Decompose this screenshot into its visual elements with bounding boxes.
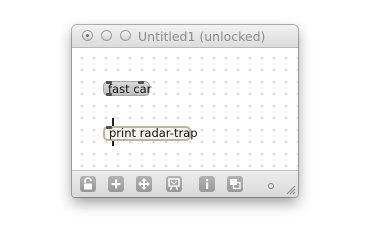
minimize-button[interactable] — [101, 30, 112, 41]
zoom-button[interactable] — [120, 30, 131, 41]
message-inlet[interactable] — [106, 81, 112, 84]
window-title: Untitled1 (unlocked) — [138, 29, 266, 44]
info-icon[interactable] — [199, 176, 215, 192]
resize-grip-icon[interactable] — [286, 185, 296, 195]
close-button[interactable] — [82, 30, 93, 41]
window-copy-icon[interactable] — [227, 176, 243, 192]
print-object-box[interactable]: print radar-trap — [103, 126, 198, 141]
plus-icon[interactable] — [108, 176, 124, 192]
grid-toggle-icon[interactable] — [268, 183, 274, 189]
message-box[interactable]: fast car — [103, 81, 152, 96]
message-outlet[interactable] — [106, 93, 112, 96]
patcher-toolbar — [72, 170, 298, 197]
patcher-window: Untitled1 (unlocked) fast car print rada… — [72, 25, 298, 197]
presentation-easel-icon[interactable] — [166, 176, 182, 192]
title-bar[interactable]: Untitled1 (unlocked) — [72, 25, 298, 48]
message-box-text: fast car — [108, 82, 152, 96]
move-arrows-icon[interactable] — [136, 176, 152, 192]
print-inlet[interactable] — [106, 126, 112, 129]
lock-icon[interactable] — [80, 176, 96, 192]
print-object-text: print radar-trap — [109, 126, 198, 140]
message-inlet-right[interactable] — [138, 81, 144, 84]
patcher-canvas[interactable]: fast car print radar-trap — [72, 48, 298, 170]
